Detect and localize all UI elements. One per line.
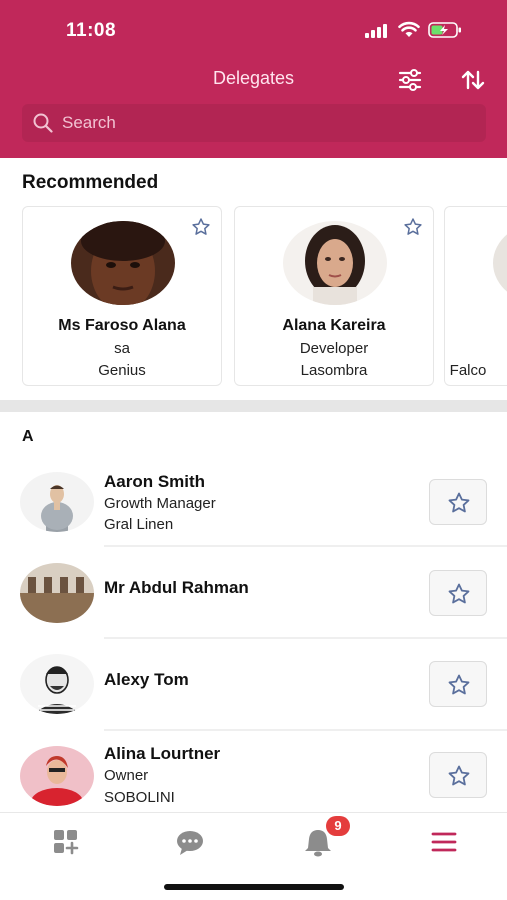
avatar: [493, 221, 507, 305]
star-icon: [448, 583, 470, 604]
list-item[interactable]: Aaron Smith Growth Manager Gral Linen: [0, 456, 507, 548]
star-icon: [448, 492, 470, 513]
card-name: Alana Kareira: [282, 317, 386, 334]
menu-icon[interactable]: [424, 827, 464, 857]
filter-icon[interactable]: [396, 66, 424, 94]
star-icon: [448, 765, 470, 786]
recommended-carousel[interactable]: Ms Faroso Alana sa Genius Alana Kareira …: [0, 206, 507, 388]
home-indicator: [164, 884, 344, 890]
row-divider: [104, 637, 507, 639]
search-bar[interactable]: [22, 104, 486, 142]
sort-icon[interactable]: [458, 66, 488, 94]
dashboard-icon[interactable]: [46, 827, 86, 857]
notification-badge: 9: [326, 816, 350, 836]
avatar: [20, 746, 94, 806]
star-icon: [448, 674, 470, 695]
favorite-button[interactable]: [429, 570, 487, 616]
wifi-icon: [398, 21, 420, 37]
page-title: Delegates: [212, 68, 295, 88]
recommended-card[interactable]: Falco: [444, 206, 507, 386]
person-org: SOBOLINI: [104, 789, 175, 806]
row-divider: [104, 729, 507, 731]
section-divider: [0, 400, 507, 412]
avatar: [20, 654, 94, 714]
status-time: 11:08: [66, 20, 117, 41]
search-input[interactable]: [62, 104, 462, 142]
recommended-card[interactable]: Ms Faroso Alana sa Genius: [22, 206, 222, 386]
card-role: Developer: [299, 340, 369, 357]
person-name: Alexy Tom: [104, 670, 189, 689]
list-item[interactable]: Alexy Tom: [0, 640, 507, 732]
person-name: Aaron Smith: [104, 472, 206, 491]
row-divider: [104, 545, 507, 547]
avatar: [71, 221, 175, 305]
card-org: Falco: [449, 362, 487, 379]
favorite-button[interactable]: [429, 661, 487, 707]
card-name: Ms Faroso Alana: [58, 317, 186, 334]
search-icon: [33, 113, 53, 133]
card-role: sa: [114, 340, 130, 357]
person-name: Mr Abdul Rahman: [104, 578, 249, 597]
star-icon[interactable]: [191, 217, 211, 237]
person-role: Owner: [104, 767, 149, 784]
battery-charging-icon: [428, 22, 461, 38]
section-letter: A: [22, 428, 34, 445]
avatar: [20, 472, 94, 532]
list-item[interactable]: Alina Lourtner Owner SOBOLINI: [0, 732, 507, 824]
cellular-signal-icon: [365, 24, 387, 38]
status-bar: 11:08: [0, 0, 507, 60]
person-org: Gral Linen: [104, 516, 174, 533]
chat-icon[interactable]: [170, 827, 210, 857]
avatar: [20, 563, 94, 623]
favorite-button[interactable]: [429, 752, 487, 798]
recommended-card[interactable]: Alana Kareira Developer Lasombra: [234, 206, 434, 386]
person-name: Alina Lourtner: [104, 744, 221, 763]
card-org: Genius: [98, 362, 146, 379]
favorite-button[interactable]: [429, 479, 487, 525]
star-icon[interactable]: [403, 217, 423, 237]
avatar: [283, 221, 387, 305]
recommended-heading: Recommended: [22, 172, 159, 193]
person-role: Growth Manager: [104, 495, 216, 512]
app-header: 11:08 Delegates: [0, 0, 507, 158]
list-item[interactable]: Mr Abdul Rahman: [0, 548, 507, 640]
